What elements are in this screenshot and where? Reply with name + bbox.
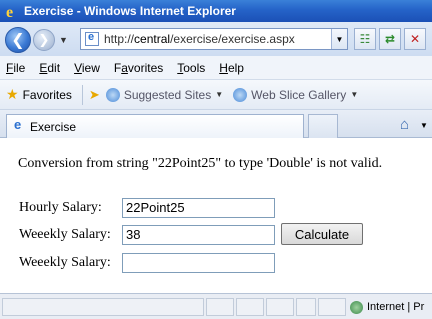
menu-favorites[interactable]: Favorites [114, 61, 163, 75]
menu-file[interactable]: File [6, 61, 25, 75]
weekly-salary-label: Weeekly Salary: [19, 227, 111, 242]
status-cell [266, 298, 294, 316]
address-bar[interactable]: http://central/exercise/exercise.aspx ▼ [80, 28, 348, 50]
weekly-salary-input[interactable]: 38 [122, 225, 275, 245]
security-zone[interactable]: Internet | Pr [350, 298, 424, 316]
menu-edit[interactable]: Edit [39, 61, 60, 75]
globe-icon [350, 300, 363, 314]
back-button[interactable]: ❮ [5, 27, 31, 53]
svg-text:e: e [6, 4, 13, 19]
page-content: Conversion from string "22Point25" to ty… [0, 139, 432, 293]
error-message: Conversion from string "22Point25" to ty… [18, 156, 383, 171]
menu-help[interactable]: Help [219, 61, 244, 75]
page-icon [85, 31, 99, 46]
stop-icon: ✕ [409, 32, 421, 46]
window-titlebar: e Exercise - Windows Internet Explorer [0, 0, 432, 22]
refresh-icon: ⇄ [384, 32, 396, 46]
hourly-salary-input[interactable]: 22Point25 [122, 198, 275, 218]
stop-button[interactable]: ✕ [404, 28, 426, 50]
weekly-salary-input-2[interactable] [122, 253, 275, 273]
hourly-salary-label: Hourly Salary: [19, 200, 102, 215]
status-cell [318, 298, 346, 316]
navigation-bar: ❮ ❯ ▼ http://central/exercise/exercise.a… [0, 22, 432, 56]
star-icon: ★ [6, 86, 19, 102]
web-slice-icon [233, 87, 248, 102]
status-cell [236, 298, 264, 316]
weekly-salary-label-2: Weeekly Salary: [19, 255, 111, 270]
calculate-button[interactable]: Calculate [281, 223, 363, 245]
status-bar: Internet | Pr [0, 293, 432, 319]
tab-label: Exercise [30, 119, 77, 134]
chevron-down-icon: ▼ [350, 90, 359, 99]
ie-logo-icon: e [6, 4, 13, 19]
history-dropdown-icon[interactable]: ▼ [59, 35, 68, 45]
menu-view[interactable]: View [74, 61, 100, 75]
add-to-favorites-icon[interactable]: ➤ [89, 87, 100, 103]
tab-exercise[interactable]: Exercise [6, 114, 304, 138]
tab-row: Exercise [0, 110, 432, 138]
back-arrow-icon: ❮ [11, 32, 25, 49]
suggested-sites-icon [105, 87, 120, 102]
suggested-sites-link[interactable]: Suggested Sites ▼ [105, 87, 224, 102]
status-cell [296, 298, 316, 316]
web-slice-gallery-link[interactable]: Web Slice Gallery ▼ [233, 87, 359, 102]
status-cell [206, 298, 234, 316]
chevron-down-icon[interactable]: ▼ [420, 121, 428, 130]
new-tab-button[interactable] [308, 114, 338, 138]
forward-arrow-icon: ❯ [38, 32, 50, 47]
favorites-bar: ★ Favorites ➤ Suggested Sites ▼ Web Slic… [0, 80, 432, 110]
url-text[interactable]: http://central/exercise/exercise.aspx [104, 32, 295, 46]
forward-button[interactable]: ❯ [33, 29, 55, 51]
compatibility-view-button[interactable]: ☷ [354, 28, 376, 50]
menu-tools[interactable]: Tools [177, 61, 205, 75]
menu-bar: File Edit View Favorites Tools Help [0, 56, 432, 80]
compatibility-icon: ☷ [359, 32, 371, 46]
favorites-separator [81, 84, 83, 105]
favorites-button[interactable]: Favorites [23, 88, 72, 102]
status-text-cell [2, 298, 204, 316]
page-icon [13, 117, 26, 133]
refresh-button[interactable]: ⇄ [379, 28, 401, 50]
address-dropdown-icon[interactable]: ▼ [331, 29, 347, 49]
window-title: Exercise - Windows Internet Explorer [24, 4, 236, 18]
chevron-down-icon: ▼ [215, 90, 224, 99]
home-icon[interactable]: ⌂ [400, 116, 409, 133]
